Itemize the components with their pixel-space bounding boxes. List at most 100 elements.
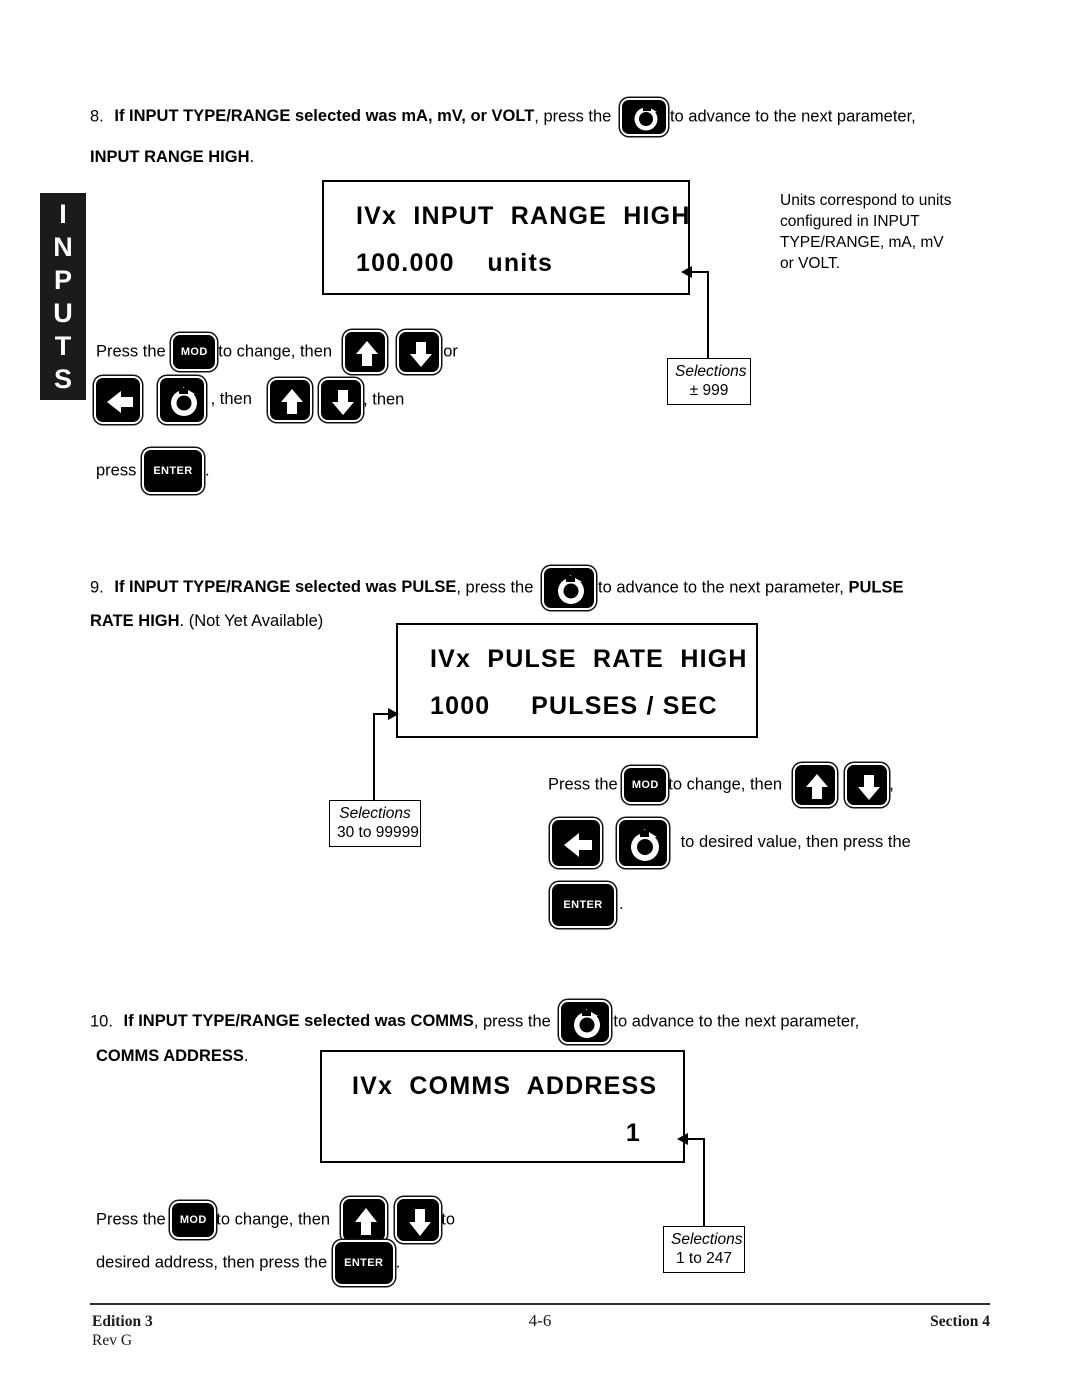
mod-button-label: MOD [631,779,659,791]
up-button[interactable] [270,380,311,420]
enter-button-label: ENTER [344,1257,384,1269]
lcd-line-2: 100.000 units [356,249,554,277]
step-9-bold-3: RATE HIGH [90,612,180,630]
rotate-advance-icon [630,829,659,861]
instr-2-text-c: , [889,775,894,794]
instr-1-line-1: Press the MOD to change, then or [96,332,458,372]
left-arrow-icon [107,391,133,413]
lcd-display-pulse-rate-high: IVx PULSE RATE HIGH 1000 PULSES / SEC [396,623,758,738]
enter-button[interactable]: ENTER [552,884,614,926]
step-9-number: 9. [90,578,104,597]
manual-page: I N P U T S 8. If INPUT TYPE/RANGE selec… [0,0,1080,1397]
down-button[interactable] [397,1199,440,1241]
tab-letter: N [53,231,73,262]
connector-line-1 [707,272,709,358]
tab-letter: S [53,363,72,394]
step-10-text-2: to advance to the next parameter, [613,1012,860,1031]
selections-box-2: Selections 30 to 99999 [329,800,421,847]
step-10-number: 10. [90,1012,113,1031]
mod-button[interactable]: MOD [172,1203,215,1237]
tab-letter: I [59,198,67,229]
mod-button[interactable]: MOD [624,768,667,802]
selections-value: ± 999 [689,382,729,399]
instr-1-text-g: . [204,461,210,480]
connector-line-3 [703,1139,705,1226]
up-arrow-icon [805,774,828,799]
down-button[interactable] [321,380,362,420]
lcd-line-1: IVx COMMS ADDRESS [352,1072,658,1100]
note-line: Units correspond to units [780,192,952,209]
enter-button-label: ENTER [563,899,603,911]
down-arrow-icon [410,342,433,367]
instr-2-text-b: to change, then [668,775,783,794]
selections-title: Selections [339,805,411,822]
instr-3-line-1: Press the MOD to change, then to [96,1199,455,1241]
enter-button[interactable]: ENTER [143,450,202,492]
enter-button[interactable]: ENTER [334,1242,393,1284]
down-arrow-icon [858,775,881,800]
instr-2-line-1: Press the MOD to change, then , [548,765,894,805]
selections-box-3: Selections 1 to 247 [663,1226,745,1273]
step-9-line-2: RATE HIGH. (Not Yet Available) [90,609,323,633]
advance-button[interactable] [159,378,204,422]
step-10-line-2: COMMS ADDRESS. [96,1044,249,1068]
mod-button-label: MOD [180,346,208,358]
advance-button[interactable] [544,568,595,608]
step-8-bold-1: If INPUT TYPE/RANGE selected was mA, mV,… [114,107,535,126]
down-button[interactable] [399,332,440,372]
enter-button-label: ENTER [153,465,193,477]
up-button[interactable] [344,332,385,372]
left-arrow-icon [564,833,592,857]
step-10-text-3: . [243,1047,249,1065]
selections-box-1: Selections ± 999 [667,358,751,405]
step-8-line-2: INPUT RANGE HIGH. [90,145,254,169]
rotate-advance-icon [574,1009,601,1038]
instr-3-text-a: Press the [96,1210,166,1229]
down-arrow-icon [409,1209,432,1236]
tab-letter: P [53,264,72,295]
step-8-text-2: to advance to the next parameter, [669,107,916,126]
instr-3-text-d: desired address, then press the [96,1253,328,1272]
left-button[interactable] [552,820,600,866]
down-button[interactable] [847,765,888,805]
footer-section: Section 4 [930,1313,990,1330]
lcd-display-comms-address: IVx COMMS ADDRESS 1 [320,1050,685,1163]
note-line: TYPE/RANGE, mA, mV [780,234,944,251]
footer-divider [90,1303,990,1305]
down-arrow-icon [332,390,355,415]
mod-button[interactable]: MOD [173,335,216,369]
up-button[interactable] [794,765,835,805]
selections-title: Selections [671,1231,743,1248]
step-10-bold-1: If INPUT TYPE/RANGE selected was COMMS [123,1012,474,1031]
instr-1-text-f: press [96,461,137,480]
advance-button[interactable] [621,100,666,134]
section-tab-inputs: I N P U T S [40,193,86,400]
tab-letter: T [54,330,72,361]
selections-value: 1 to 247 [675,1250,733,1267]
step-9-bold-1: If INPUT TYPE/RANGE selected was PULSE [114,578,457,597]
instr-2-text-d: to desired value, then press the [680,833,911,852]
up-arrow-icon [354,1208,377,1235]
rotate-advance-icon [558,575,585,604]
lcd-line-2: 1000 PULSES / SEC [430,692,718,720]
step-8-text-1: , press the [534,107,612,126]
lcd-display-input-range-high: IVx INPUT RANGE HIGH 100.000 units [322,180,690,295]
rotate-advance-icon [634,105,658,131]
up-button[interactable] [342,1199,385,1241]
instr-3-text-c: to [441,1210,456,1229]
instr-1-text-b: to change, then [218,342,333,361]
advance-button[interactable] [618,820,667,866]
instr-3-text-e: . [395,1253,401,1272]
instr-2-text-e: . [619,895,624,914]
instr-1-text-d: , then [210,390,252,409]
lcd-line-1: IVx INPUT RANGE HIGH [356,202,691,230]
instr-1-line-2: , then , then [96,378,404,422]
step-9-text-1: , press the [456,578,534,597]
lcd-line-2: 1 [625,1119,641,1147]
instr-1-text-e: , then [363,390,405,409]
left-button[interactable] [96,378,140,422]
advance-button[interactable] [561,1002,610,1042]
mod-button-label: MOD [179,1214,207,1226]
connector-arrow-2 [388,708,399,720]
step-8-number: 8. [90,107,104,126]
